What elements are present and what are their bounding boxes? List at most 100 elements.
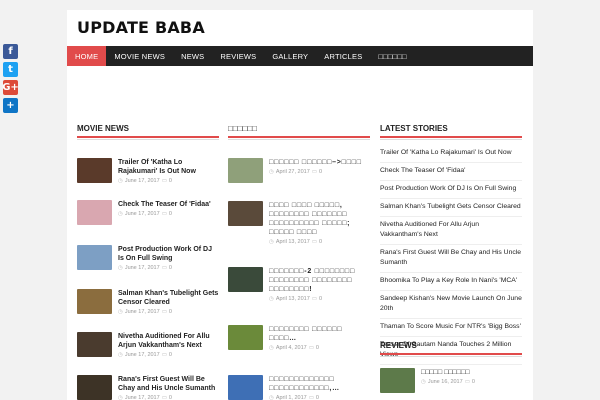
comment-count[interactable]: 0 xyxy=(169,309,172,315)
movie-news-column: MOVIE NEWS Trailer Of 'Katha Lo Rajakuma… xyxy=(77,124,219,400)
post-title[interactable]: Post Production Work Of DJ Is On Full Sw… xyxy=(118,245,219,263)
latest-story-link[interactable]: Trailer Of 'Katha Lo Rajakumari' Is Out … xyxy=(380,148,522,163)
post-thumbnail[interactable] xyxy=(77,158,112,183)
post-thumbnail[interactable] xyxy=(77,200,112,225)
site-title[interactable]: UPDATE BABA xyxy=(77,18,523,37)
comment-count[interactable]: 0 xyxy=(169,211,172,217)
post-item[interactable]: □□□□□□□-2 □□□□□□□□ □□□□□□□□ □□□□□□□□ □□□… xyxy=(228,267,370,302)
google-plus-icon[interactable]: G+ xyxy=(2,80,19,95)
comment-count[interactable]: 0 xyxy=(319,296,322,302)
telugu-news-column: □□□□□□ □□□□□□ □□□□□□–>□□□□ ◷ April 27, 201… xyxy=(228,124,370,400)
nav-item-6[interactable]: ARTICLES xyxy=(316,46,370,66)
post-thumbnail[interactable] xyxy=(228,267,263,292)
comment-icon: ▭ xyxy=(161,352,167,358)
comment-count[interactable]: 0 xyxy=(472,379,475,385)
post-item[interactable]: □□□□□□□□ □□□□□□ □□□□… ◷ April 4, 2017 ▭ 0 xyxy=(228,325,370,351)
post-thumbnail[interactable] xyxy=(77,289,112,314)
post-title[interactable]: Trailer Of 'Katha Lo Rajakumari' Is Out … xyxy=(118,158,219,176)
nav-item-3[interactable]: NEWS xyxy=(173,46,212,66)
comment-count[interactable]: 0 xyxy=(316,395,319,400)
post-meta: ◷ April 4, 2017 ▭ 0 xyxy=(269,345,370,351)
post-date: April 27, 2017 xyxy=(275,169,310,175)
post-item[interactable]: □□□□□□ □□□□□□–>□□□□ ◷ April 27, 2017 ▭ 0 xyxy=(228,158,370,183)
post-thumbnail[interactable] xyxy=(228,201,263,226)
clock-icon: ◷ xyxy=(118,178,123,184)
comment-count[interactable]: 0 xyxy=(316,345,319,351)
latest-stories-list: Trailer Of 'Katha Lo Rajakumari' Is Out … xyxy=(380,148,522,368)
post-date: April 4, 2017 xyxy=(275,345,307,351)
post-title[interactable]: Check The Teaser Of 'Fidaa' xyxy=(118,200,211,209)
post-item[interactable]: Post Production Work Of DJ Is On Full Sw… xyxy=(77,245,219,271)
twitter-icon[interactable]: t xyxy=(3,62,18,77)
latest-story-link[interactable]: Salman Khan's Tubelight Gets Censor Clea… xyxy=(380,202,522,217)
latest-story-link[interactable]: Nivetha Auditioned For Allu Arjun Vakkan… xyxy=(380,220,522,245)
comment-count[interactable]: 0 xyxy=(169,178,172,184)
comment-icon: ▭ xyxy=(308,395,314,400)
comment-icon: ▭ xyxy=(161,178,167,184)
nav-item-2[interactable]: MOVIE NEWS xyxy=(106,46,173,66)
post-item[interactable]: Salman Khan's Tubelight Gets Censor Clea… xyxy=(77,289,219,315)
post-item[interactable]: Rana's First Guest Will Be Chay and His … xyxy=(77,375,219,400)
comment-count[interactable]: 0 xyxy=(319,169,322,175)
facebook-icon[interactable]: f xyxy=(3,44,18,59)
movie-news-heading: MOVIE NEWS xyxy=(77,124,219,140)
post-thumbnail[interactable] xyxy=(228,325,263,350)
post-meta: ◷ April 13, 2017 ▭ 0 xyxy=(269,296,370,302)
post-title[interactable]: □□□□□□□-2 □□□□□□□□ □□□□□□□□ □□□□□□□□ □□□… xyxy=(269,267,370,294)
post-title[interactable]: □□□□□□ □□□□□□–>□□□□ xyxy=(269,158,362,167)
review-post-title[interactable]: □□□□□ □□□□□□ xyxy=(421,368,475,377)
post-thumbnail[interactable] xyxy=(77,245,112,270)
post-date: June 17, 2017 xyxy=(124,265,160,271)
nav-item-5[interactable]: GALLERY xyxy=(264,46,316,66)
comment-count[interactable]: 0 xyxy=(169,352,172,358)
comment-icon: ▭ xyxy=(161,265,167,271)
post-thumbnail[interactable] xyxy=(77,332,112,357)
post-meta: ◷ June 16, 2017 ▭ 0 xyxy=(421,379,475,385)
page-wrapper: UPDATE BABA HOME MOVIE NEWS NEWS REVIEWS GAL… xyxy=(67,10,533,400)
latest-story-link[interactable]: Rana's First Guest Will Be Chay and His … xyxy=(380,248,522,273)
post-title[interactable]: Rana's First Guest Will Be Chay and His … xyxy=(118,375,219,393)
post-title[interactable]: □□□□ □□□□ □□□□□, □□□□□□□□ □□□□□□□ □□□□□□… xyxy=(269,201,370,237)
review-thumbnail[interactable] xyxy=(380,368,415,393)
post-title[interactable]: Nivetha Auditioned For Allu Arjun Vakkan… xyxy=(118,332,219,350)
post-meta: ◷ June 17, 2017 ▭ 0 xyxy=(118,395,219,400)
latest-story-link[interactable]: Bhoomika To Play a Key Role In Nani's 'M… xyxy=(380,276,522,291)
comment-count[interactable]: 0 xyxy=(169,395,172,400)
post-date: June 17, 2017 xyxy=(124,395,160,400)
latest-stories-heading: LATEST STORIES xyxy=(380,124,522,140)
latest-story-link[interactable]: Thaman To Score Music For NTR's 'Bigg Bo… xyxy=(380,322,522,337)
post-item[interactable]: □□□□□□□□□□□□□ □□□□□□□□□□□□,… ◷ April 1, 20… xyxy=(228,375,370,400)
comment-icon: ▭ xyxy=(161,211,167,217)
review-post[interactable]: □□□□□ □□□□□□ ◷ June 16, 2017 ▭ 0 xyxy=(380,368,522,393)
clock-icon: ◷ xyxy=(118,352,123,358)
latest-story-link[interactable]: Sandeep Kishan's New Movie Launch On Jun… xyxy=(380,294,522,319)
latest-story-link[interactable]: Post Production Work Of DJ Is On Full Sw… xyxy=(380,184,522,199)
social-share-bar: f t G+ + xyxy=(2,44,19,116)
post-date: June 17, 2017 xyxy=(124,309,160,315)
latest-story-link[interactable]: Check The Teaser Of 'Fidaa' xyxy=(380,166,522,181)
clock-icon: ◷ xyxy=(118,395,123,400)
post-thumbnail[interactable] xyxy=(228,375,263,400)
comment-count[interactable]: 0 xyxy=(319,239,322,245)
clock-icon: ◷ xyxy=(269,169,274,175)
share-icon[interactable]: + xyxy=(3,98,18,113)
post-meta: ◷ June 17, 2017 ▭ 0 xyxy=(118,178,219,184)
post-title[interactable]: Salman Khan's Tubelight Gets Censor Clea… xyxy=(118,289,219,307)
post-date: June 17, 2017 xyxy=(124,178,160,184)
nav-item-1[interactable]: HOME xyxy=(67,46,107,66)
post-title[interactable]: □□□□□□□□ □□□□□□ □□□□… xyxy=(269,325,370,343)
post-date: April 1, 2017 xyxy=(275,395,307,400)
site-header: UPDATE BABA xyxy=(67,10,533,46)
post-thumbnail[interactable] xyxy=(77,375,112,400)
post-item[interactable]: □□□□ □□□□ □□□□□, □□□□□□□□ □□□□□□□ □□□□□□… xyxy=(228,201,370,245)
post-item[interactable]: Nivetha Auditioned For Allu Arjun Vakkan… xyxy=(77,332,219,358)
post-title[interactable]: □□□□□□□□□□□□□ □□□□□□□□□□□□,… xyxy=(269,375,370,393)
post-item[interactable]: Check The Teaser Of 'Fidaa' ◷ June 17, 201… xyxy=(77,200,219,225)
post-item[interactable]: Trailer Of 'Katha Lo Rajakumari' Is Out … xyxy=(77,158,219,184)
comment-count[interactable]: 0 xyxy=(169,265,172,271)
clock-icon: ◷ xyxy=(269,345,274,351)
nav-item-4[interactable]: REVIEWS xyxy=(212,46,264,66)
nav-item-7[interactable]: □□□□□□ xyxy=(370,46,414,66)
clock-icon: ◷ xyxy=(269,296,274,302)
post-thumbnail[interactable] xyxy=(228,158,263,183)
